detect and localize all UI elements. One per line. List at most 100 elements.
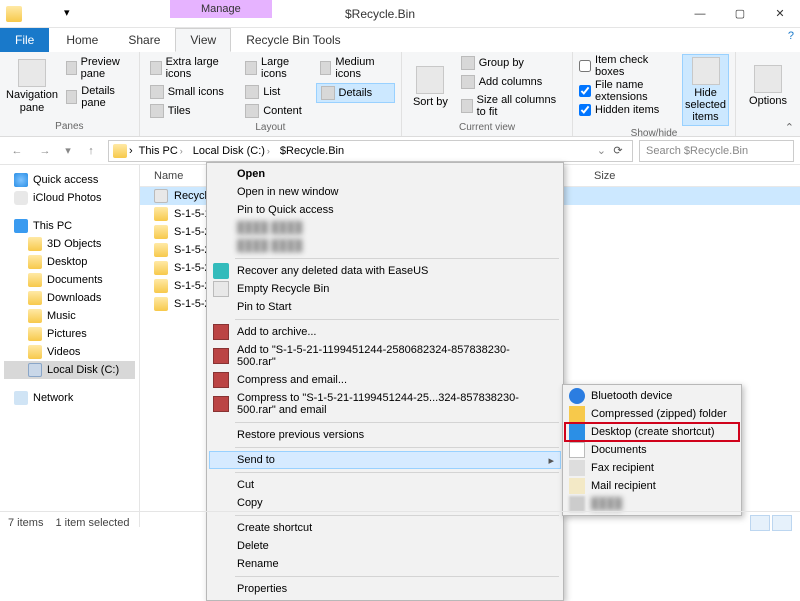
ctx-compress-to[interactable]: Compress to "S-1-5-21-1199451244-25...32…	[209, 389, 561, 419]
sort-by-button[interactable]: Sort by	[408, 54, 453, 120]
sendto-mail[interactable]: Mail recipient	[565, 477, 739, 495]
options-button[interactable]: Options	[742, 54, 794, 119]
tree-item[interactable]: 3D Objects	[4, 235, 135, 253]
ctx-delete[interactable]: Delete	[209, 537, 561, 555]
layout-lg-icons[interactable]: Large icons	[241, 54, 311, 82]
address-bar[interactable]: › This PC› Local Disk (C:)› $Recycle.Bin…	[108, 140, 633, 162]
search-input[interactable]: Search $Recycle.Bin	[639, 140, 794, 162]
tree-this-pc[interactable]: This PC	[4, 217, 135, 235]
status-bar: 7 items 1 item selected	[0, 511, 800, 533]
col-size: Size	[594, 170, 654, 182]
layout-xl-icons[interactable]: Extra large icons	[146, 54, 238, 82]
breadcrumb[interactable]: Local Disk (C:)›	[189, 145, 274, 157]
tree-item[interactable]: Music	[4, 307, 135, 325]
group-label: Current view	[408, 120, 566, 135]
winrar-icon	[213, 348, 229, 364]
ctx-send-to[interactable]: Send to▸	[209, 451, 561, 469]
folder-icon	[154, 279, 168, 293]
quick-access-toolbar: ▾	[28, 6, 80, 22]
layout-list[interactable]: List	[241, 83, 311, 101]
view-thumbnails-button[interactable]	[772, 515, 792, 531]
address-dropdown[interactable]: ⌄	[597, 144, 606, 157]
up-button[interactable]: ↑	[80, 140, 102, 162]
forward-button[interactable]: →	[34, 140, 56, 162]
tab-view[interactable]: View	[175, 28, 231, 52]
close-button[interactable]: ✕	[760, 0, 800, 28]
minimize-button[interactable]: —	[680, 0, 720, 28]
qat-button[interactable]	[46, 6, 62, 22]
ctx-properties[interactable]: Properties	[209, 580, 561, 598]
maximize-button[interactable]: ▢	[720, 0, 760, 28]
breadcrumb[interactable]: $Recycle.Bin	[276, 145, 348, 157]
tab-recycle-tools[interactable]: Recycle Bin Tools	[231, 28, 356, 52]
sendto-desktop-shortcut[interactable]: Desktop (create shortcut)	[565, 423, 739, 441]
hide-selected-button[interactable]: Hide selected items	[682, 54, 729, 126]
sendto-fax[interactable]: Fax recipient	[565, 459, 739, 477]
ctx-pin-quick-access[interactable]: Pin to Quick access	[209, 201, 561, 219]
tree-item[interactable]: Documents	[4, 271, 135, 289]
tab-home[interactable]: Home	[51, 28, 113, 52]
ribbon: ? Navigation pane Preview pane Details p…	[0, 52, 800, 137]
ctx-item-redacted[interactable]: ████ ████	[209, 219, 561, 237]
qat-button[interactable]	[28, 6, 44, 22]
layout-md-icons[interactable]: Medium icons	[316, 54, 396, 82]
context-menu: Open Open in new window Pin to Quick acc…	[206, 162, 564, 601]
layout-tiles[interactable]: Tiles	[146, 102, 238, 120]
breadcrumb[interactable]: This PC›	[135, 145, 187, 157]
ctx-open[interactable]: Open	[209, 165, 561, 183]
tab-file[interactable]: File	[0, 28, 49, 52]
drive-icon	[569, 496, 585, 512]
tree-item[interactable]: Desktop	[4, 253, 135, 271]
sendto-documents[interactable]: Documents	[565, 441, 739, 459]
title-bar: ▾ Manage $Recycle.Bin — ▢ ✕	[0, 0, 800, 28]
ctx-recover-easeus[interactable]: Recover any deleted data with EaseUS	[209, 262, 561, 280]
tree-network[interactable]: Network	[4, 389, 135, 407]
app-icon	[6, 6, 22, 22]
ctx-add-archive[interactable]: Add to archive...	[209, 323, 561, 341]
collapse-ribbon-icon[interactable]: ⌃	[785, 121, 794, 134]
layout-details[interactable]: Details	[316, 83, 396, 103]
separator	[235, 576, 559, 577]
layout-sm-icons[interactable]: Small icons	[146, 83, 238, 101]
folder-icon	[154, 297, 168, 311]
group-by-button[interactable]: Group by	[457, 54, 566, 72]
hidden-items-toggle[interactable]: Hidden items	[579, 104, 678, 116]
back-button[interactable]: ←	[6, 140, 28, 162]
history-dropdown[interactable]: ▾	[62, 140, 74, 162]
tree-item[interactable]: Videos	[4, 343, 135, 361]
help-icon[interactable]: ?	[788, 30, 794, 42]
ctx-item-redacted[interactable]: ████ ████	[209, 237, 561, 255]
qat-dropdown[interactable]: ▾	[64, 6, 80, 22]
navigation-pane-button[interactable]: Navigation pane	[6, 54, 58, 119]
tab-share[interactable]: Share	[113, 28, 175, 52]
ctx-restore-versions[interactable]: Restore previous versions	[209, 426, 561, 444]
tree-item[interactable]: Pictures	[4, 325, 135, 343]
sendto-submenu: Bluetooth device Compressed (zipped) fol…	[562, 384, 742, 516]
ctx-compress-email[interactable]: Compress and email...	[209, 371, 561, 389]
recycle-bin-icon	[213, 281, 229, 297]
ctx-add-rar[interactable]: Add to "S-1-5-21-1199451244-2580682324-8…	[209, 341, 561, 371]
ctx-open-new-window[interactable]: Open in new window	[209, 183, 561, 201]
sendto-zip[interactable]: Compressed (zipped) folder	[565, 405, 739, 423]
ctx-rename[interactable]: Rename	[209, 555, 561, 573]
size-columns-button[interactable]: Size all columns to fit	[457, 92, 566, 120]
tree-icloud[interactable]: iCloud Photos	[4, 189, 135, 207]
tree-quick-access[interactable]: Quick access	[4, 171, 135, 189]
tree-item-local-disk[interactable]: Local Disk (C:)	[4, 361, 135, 379]
ctx-cut[interactable]: Cut	[209, 476, 561, 494]
ctx-pin-start[interactable]: Pin to Start	[209, 298, 561, 316]
add-columns-button[interactable]: Add columns	[457, 73, 566, 91]
details-pane-button[interactable]: Details pane	[62, 83, 133, 111]
refresh-button[interactable]: ⟳	[608, 144, 628, 157]
item-checkboxes-toggle[interactable]: Item check boxes	[579, 54, 678, 78]
ctx-empty-recycle-bin[interactable]: Empty Recycle Bin	[209, 280, 561, 298]
view-details-button[interactable]	[750, 515, 770, 531]
tree-item[interactable]: Downloads	[4, 289, 135, 307]
layout-content[interactable]: Content	[241, 102, 311, 120]
ctx-copy[interactable]: Copy	[209, 494, 561, 512]
folder-icon	[154, 207, 168, 221]
file-extensions-toggle[interactable]: File name extensions	[579, 79, 678, 103]
preview-pane-button[interactable]: Preview pane	[62, 54, 133, 82]
sendto-bluetooth[interactable]: Bluetooth device	[565, 387, 739, 405]
documents-icon	[569, 442, 585, 458]
